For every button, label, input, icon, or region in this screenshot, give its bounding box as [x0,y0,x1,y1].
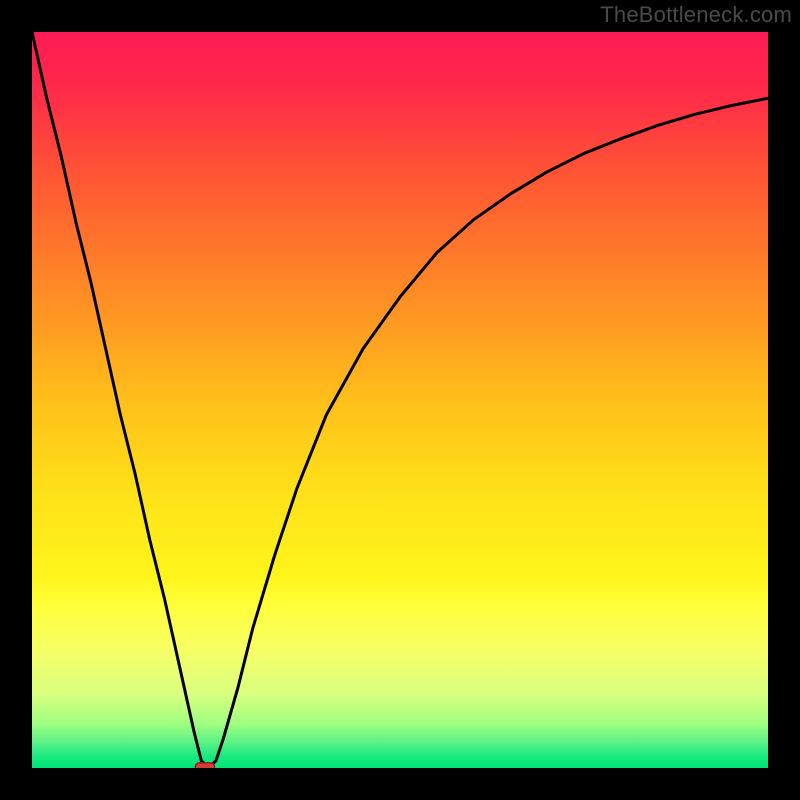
chart-svg [32,32,768,768]
chart-frame: TheBottleneck.com [0,0,800,800]
plot-area [32,32,768,768]
gradient-background [32,32,768,768]
watermark-text: TheBottleneck.com [600,2,792,28]
minimum-marker [195,763,214,768]
